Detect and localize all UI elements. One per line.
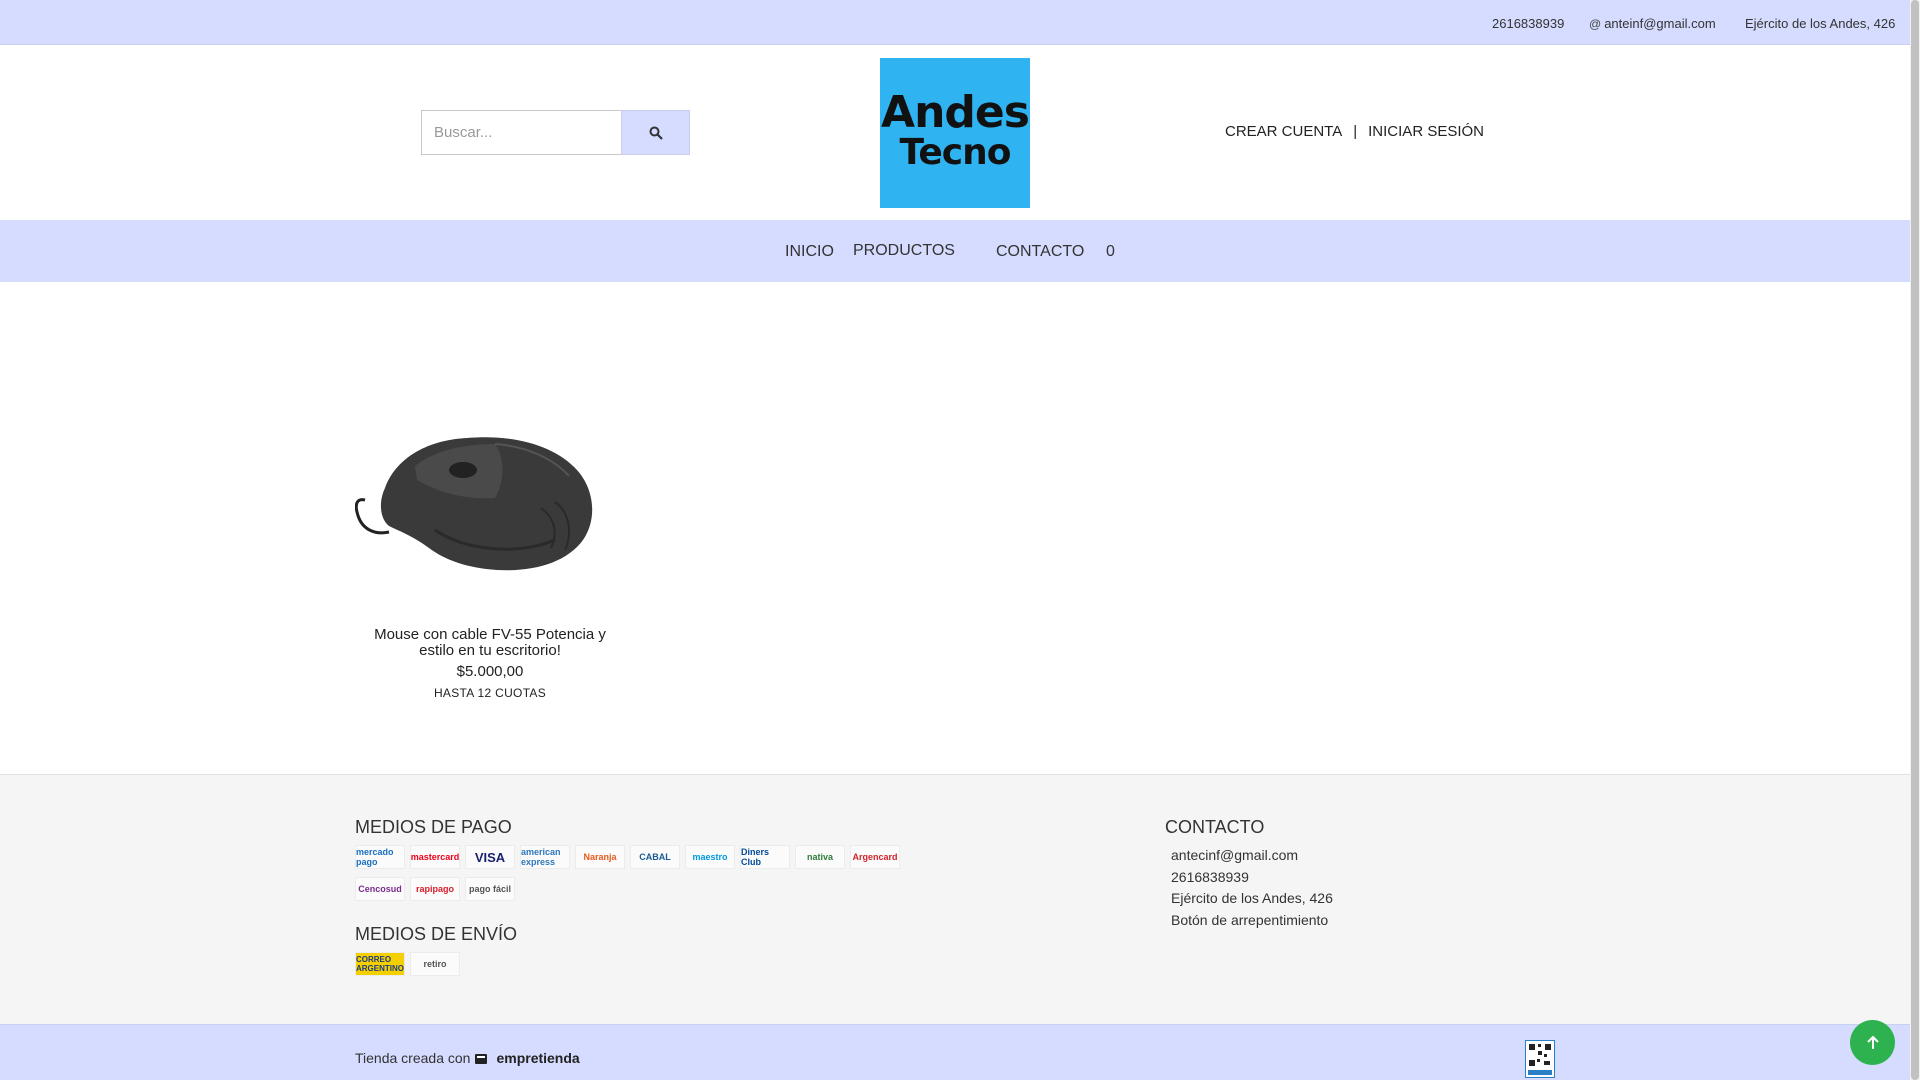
product-image[interactable] xyxy=(354,380,605,610)
cart-count: 0 xyxy=(1106,243,1115,260)
cencosud-logo: Cencosud xyxy=(355,877,405,901)
mercado-pago-logo: mercado pago xyxy=(355,845,405,869)
topbar-phone[interactable]: 2616838939 xyxy=(1489,16,1564,31)
scrollbar-thumb[interactable] xyxy=(1911,0,1919,1080)
nav-contacto[interactable]: CONTACTO xyxy=(996,243,1084,261)
nav-productos[interactable]: PRODUCTOS xyxy=(853,242,965,260)
naranja-logo: Naranja xyxy=(575,845,625,869)
nav-productos-label: PRODUCTOS xyxy=(853,242,955,259)
page-scrollbar[interactable] xyxy=(1910,0,1920,1080)
nav-inicio[interactable]: INICIO xyxy=(785,243,834,261)
contact-repent-text: Botón de arrepentimiento xyxy=(1171,912,1329,928)
contact-title: CONTACTO xyxy=(1165,817,1265,837)
nativa-logo: nativa xyxy=(795,845,845,869)
footer xyxy=(0,774,1910,1024)
contact-email[interactable]: antecinf@gmail.com xyxy=(1165,847,1298,863)
create-account-link[interactable]: CREAR CUENTA xyxy=(1225,123,1342,140)
nav-cart[interactable]: 0 xyxy=(1106,243,1115,261)
correo-argentino-logo: CORREO ARGENTINO xyxy=(355,952,405,976)
account-links: CREAR CUENTA | INICIAR SESIÓN xyxy=(1225,123,1484,140)
payment-logos-row-1: mercado pago mastercard VISA american ex… xyxy=(355,845,900,869)
topbar-address[interactable]: Ejército de los Andes, 426 xyxy=(1742,16,1895,31)
logo-line-2: Tecno xyxy=(899,132,1012,173)
contact-address[interactable]: Ejército de los Andes, 426 xyxy=(1165,890,1333,906)
amex-logo: american express xyxy=(520,845,570,869)
logo-line-1: Andes xyxy=(881,87,1030,138)
payment-logos-row-2: Cencosud rapipago pago fácil xyxy=(355,877,515,901)
product-installments: HASTA 12 CUOTAS xyxy=(433,686,547,700)
product-title[interactable]: Mouse con cable FV-55 Potencia y estilo … xyxy=(355,627,625,659)
shipping-logos: CORREO ARGENTINO retiro xyxy=(355,952,460,976)
contact-phone[interactable]: 2616838939 xyxy=(1165,869,1249,885)
top-info-bar: 2616838939 @ anteinf@gmail.com Ejército d… xyxy=(0,0,1910,45)
product-price: $5.000,00 xyxy=(456,663,524,680)
visa-logo: VISA xyxy=(465,845,515,869)
empretienda-icon xyxy=(475,1054,488,1064)
arrow-up-icon xyxy=(1866,1035,1879,1049)
store-credit[interactable]: Tienda creada con empretienda xyxy=(355,1050,580,1066)
login-link[interactable]: INICIAR SESIÓN xyxy=(1368,123,1484,140)
contact-address-text: Ejército de los Andes, 426 xyxy=(1171,890,1333,906)
topbar-phone-text: 2616838939 xyxy=(1492,16,1565,31)
argencard-logo: Argencard xyxy=(850,845,900,869)
search-form xyxy=(421,110,690,155)
main-nav: INICIO PRODUCTOS CONTACTO 0 xyxy=(0,220,1910,282)
computer-mouse-image xyxy=(354,437,593,571)
search-input[interactable] xyxy=(421,110,621,155)
contact-email-text: antecinf@gmail.com xyxy=(1171,847,1299,863)
diners-club-logo: Diners Club xyxy=(740,845,790,869)
topbar-address-text: Ejército de los Andes, 426 xyxy=(1745,16,1896,31)
shipping-title: MEDIOS DE ENVÍO xyxy=(355,924,518,944)
scroll-to-top-button[interactable] xyxy=(1850,1020,1895,1065)
maestro-logo: maestro xyxy=(685,845,735,869)
store-logo[interactable]: Andes Tecno xyxy=(880,58,1030,208)
contact-repent-button[interactable]: Botón de arrepentimiento xyxy=(1165,912,1328,928)
account-separator: | xyxy=(1353,123,1358,140)
cabal-logo: CABAL xyxy=(630,845,680,869)
search-button[interactable] xyxy=(621,110,690,155)
credit-text: Tienda creada con xyxy=(355,1050,471,1066)
email-icon: @ xyxy=(1589,17,1602,31)
data-fiscal-qr[interactable] xyxy=(1525,1040,1555,1078)
empretienda-brand: empretienda xyxy=(496,1050,580,1066)
search-icon xyxy=(649,126,663,140)
rapipago-logo: rapipago xyxy=(410,877,460,901)
mastercard-logo: mastercard xyxy=(410,845,460,869)
store-pickup-logo: retiro xyxy=(410,952,460,976)
qr-code-icon xyxy=(1528,1044,1552,1075)
contact-phone-text: 2616838939 xyxy=(1171,869,1249,885)
topbar-email-text: anteinf@gmail.com xyxy=(1604,16,1716,31)
payments-title: MEDIOS DE PAGO xyxy=(355,817,512,837)
topbar-email[interactable]: @ anteinf@gmail.com xyxy=(1589,16,1716,31)
bottom-bar xyxy=(0,1024,1910,1080)
pago-facil-logo: pago fácil xyxy=(465,877,515,901)
